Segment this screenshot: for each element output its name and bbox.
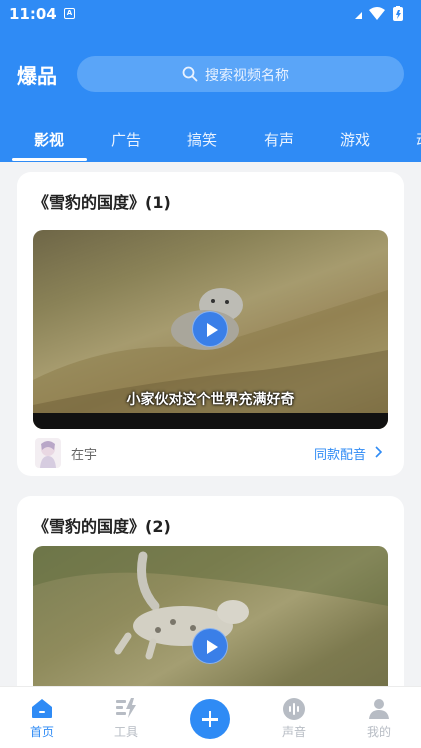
status-time: 11:04 (9, 5, 57, 23)
bottom-nav: 首页 工具 声音 我的 (0, 686, 421, 748)
notification-icon: A (64, 8, 75, 19)
video-letterbox (33, 413, 388, 429)
nav-voice-label: 声音 (281, 725, 306, 739)
nav-tools[interactable]: 工具 (84, 687, 168, 748)
video-title: 《雪豹的国度》(1) (33, 193, 171, 212)
chevron-right-icon[interactable] (374, 446, 382, 458)
nav-voice[interactable]: 声音 (252, 687, 336, 748)
profile-icon (369, 699, 389, 719)
play-icon[interactable] (192, 311, 228, 347)
video-feed[interactable]: 《雪豹的国度》(1) 小家伙对这个世界充满好奇 在宇 同款配音 《雪豹的国度》(… (0, 162, 421, 686)
tab-film[interactable]: 影视 (34, 129, 64, 150)
same-dub-button[interactable]: 同款配音 (314, 444, 366, 463)
tab-ads[interactable]: 广告 (111, 129, 141, 150)
tab-audio[interactable]: 有声 (264, 129, 294, 150)
app-header: 爆品 搜索视频名称 影视 广告 搞笑 有声 游戏 动 (0, 30, 421, 162)
video-subtitle: 小家伙对这个世界充满好奇 (126, 392, 295, 408)
search-placeholder: 搜索视频名称 (205, 68, 289, 84)
plus-icon[interactable] (190, 699, 230, 739)
voice-icon (283, 698, 305, 720)
nav-home[interactable]: 首页 (0, 687, 84, 748)
search-bar[interactable]: 搜索视频名称 (77, 56, 404, 92)
home-icon (32, 699, 52, 718)
status-bar: 11:04 A (0, 0, 421, 30)
avatar[interactable] (35, 438, 61, 468)
nav-tools-label: 工具 (113, 725, 138, 739)
category-tabs: 影视 广告 搞笑 有声 游戏 动 (0, 126, 421, 162)
video-card: 《雪豹的国度》(2) (17, 496, 404, 686)
tools-icon (116, 698, 136, 718)
author-name[interactable]: 在宇 (71, 444, 97, 463)
video-card: 《雪豹的国度》(1) 小家伙对这个世界充满好奇 在宇 同款配音 (17, 172, 404, 476)
tab-anime[interactable]: 动 (416, 129, 421, 150)
video-thumbnail[interactable]: 小家伙对这个世界充满好奇 (33, 230, 388, 429)
avatar-image (40, 441, 56, 468)
snow-leopard-image (33, 546, 388, 660)
app-logo: 爆品 (17, 64, 57, 88)
active-tab-indicator (12, 158, 87, 161)
search-icon (182, 66, 198, 82)
nav-profile[interactable]: 我的 (337, 687, 421, 748)
video-title: 《雪豹的国度》(2) (33, 517, 171, 536)
author-row: 在宇 同款配音 (33, 436, 388, 470)
play-icon[interactable] (192, 628, 228, 664)
video-thumbnail[interactable] (33, 546, 388, 686)
system-status-icons (355, 6, 403, 21)
tab-funny[interactable]: 搞笑 (187, 129, 217, 150)
nav-home-label: 首页 (29, 725, 54, 739)
tab-games[interactable]: 游戏 (340, 129, 370, 150)
nav-profile-label: 我的 (366, 725, 391, 739)
